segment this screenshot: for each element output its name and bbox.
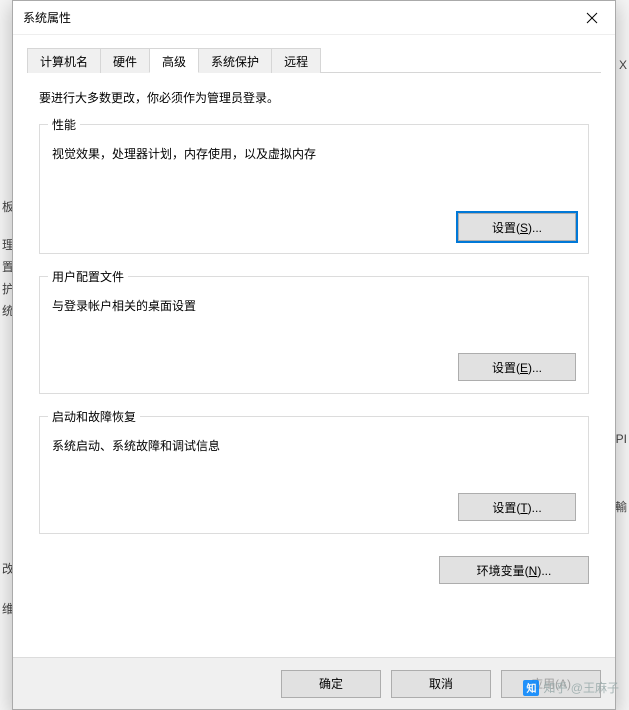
dialog-content: 计算机名 硬件 高级 系统保护 远程 要进行大多数更改，你必须作为管理员登录。 … — [13, 35, 615, 584]
startup-recovery-group-desc: 系统启动、系统故障和调试信息 — [52, 431, 576, 454]
apply-button: 应用(A) — [501, 670, 601, 698]
cancel-button[interactable]: 取消 — [391, 670, 491, 698]
tab-hardware[interactable]: 硬件 — [100, 48, 150, 73]
window-title: 系统属性 — [23, 9, 71, 26]
tab-strip: 计算机名 硬件 高级 系统保护 远程 — [27, 47, 601, 73]
bg-text: 輸 — [615, 498, 627, 515]
performance-group-desc: 视觉效果，处理器计划，内存使用，以及虚拟内存 — [52, 139, 576, 162]
startup-recovery-settings-button[interactable]: 设置(T)... — [458, 493, 576, 521]
button-label: 设置(E)... — [492, 361, 542, 375]
user-profiles-group: 用户配置文件 与登录帐户相关的桌面设置 设置(E)... — [39, 276, 589, 394]
dialog-footer: 确定 取消 应用(A) — [13, 657, 615, 709]
admin-notice: 要进行大多数更改，你必须作为管理员登录。 — [27, 87, 601, 120]
close-icon — [586, 12, 598, 24]
performance-settings-button[interactable]: 设置(S)... — [458, 213, 576, 241]
tab-computer-name[interactable]: 计算机名 — [27, 48, 101, 73]
startup-recovery-group: 启动和故障恢复 系统启动、系统故障和调试信息 设置(T)... — [39, 416, 589, 534]
tab-advanced[interactable]: 高级 — [149, 48, 199, 73]
tab-system-protection[interactable]: 系统保护 — [198, 48, 272, 73]
bg-text: X — [619, 58, 627, 72]
performance-group-title: 性能 — [48, 116, 80, 133]
titlebar: 系统属性 — [13, 1, 615, 35]
performance-group: 性能 视觉效果，处理器计划，内存使用，以及虚拟内存 设置(S)... — [39, 124, 589, 254]
user-profiles-settings-button[interactable]: 设置(E)... — [458, 353, 576, 381]
close-button[interactable] — [569, 1, 615, 35]
bg-text: PI — [616, 432, 627, 446]
tab-remote[interactable]: 远程 — [271, 48, 321, 73]
user-profiles-group-title: 用户配置文件 — [48, 268, 128, 285]
user-profiles-group-desc: 与登录帐户相关的桌面设置 — [52, 291, 576, 314]
environment-variables-button[interactable]: 环境变量(N)... — [439, 556, 589, 584]
system-properties-dialog: 系统属性 计算机名 硬件 高级 系统保护 远程 要进行大多数更改，你必须作为管理… — [12, 0, 616, 710]
button-label: 环境变量(N)... — [477, 564, 552, 578]
button-label: 设置(T)... — [492, 501, 541, 515]
ok-button[interactable]: 确定 — [281, 670, 381, 698]
startup-recovery-group-title: 启动和故障恢复 — [48, 408, 140, 425]
button-label: 设置(S)... — [492, 221, 542, 235]
